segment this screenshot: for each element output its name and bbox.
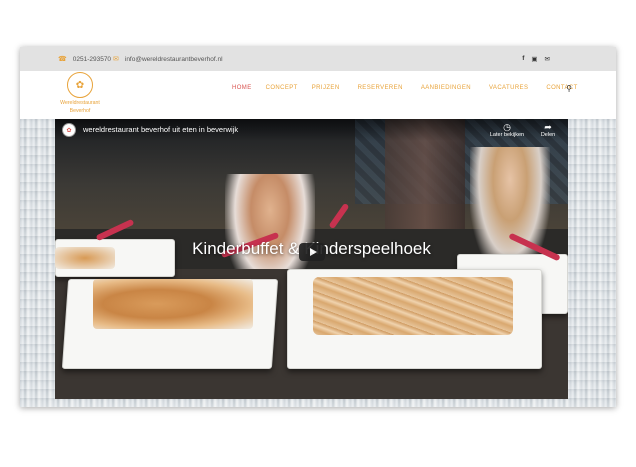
play-button[interactable] [299, 243, 325, 261]
nav-item-vacatures[interactable]: VACATURES [489, 85, 528, 91]
logo-emblem-icon: ✿ [67, 72, 93, 98]
share-icon: ➦ [544, 122, 552, 132]
site-header: ✿ Wereldrestaurant Beverhof HOME CONCEPT… [20, 71, 616, 119]
search-icon[interactable]: ⚲ [566, 84, 572, 93]
top-contact-bar: ☎ 0251-293570 ✉ info@wereldrestaurantbev… [20, 47, 616, 71]
video-title[interactable]: wereldrestaurant beverhof uit eten in be… [83, 125, 238, 134]
food-chicken-nuggets [93, 279, 253, 329]
phone-icon: ☎ [58, 56, 67, 63]
nav-item-contact[interactable]: CONTACT [546, 85, 577, 91]
food-spring-rolls [313, 277, 513, 335]
nav-item-aanbiedingen[interactable]: AANBIEDINGEN [421, 85, 471, 91]
clock-icon: ◷ [503, 122, 511, 132]
nav-item-prijzen[interactable]: PRIJZEN [312, 85, 340, 91]
watch-later-button[interactable]: ◷ Later bekijken [487, 122, 527, 138]
envelope-icon: ✉ [113, 56, 119, 63]
logo-name-line2: Beverhof [69, 108, 91, 114]
main-nav: HOME CONCEPT PRIJZEN RESERVEREN AANBIEDI… [232, 85, 578, 91]
nav-item-concept[interactable]: CONCEPT [266, 85, 298, 91]
phone-number: 0251-293570 [72, 55, 112, 63]
instagram-icon[interactable]: ▣ [531, 55, 537, 63]
facebook-icon[interactable]: f [522, 55, 524, 63]
logo-name-line1: Wereldrestaurant [60, 100, 100, 106]
browser-frame: ☎ 0251-293570 ✉ info@wereldrestaurantbev… [20, 47, 616, 407]
share-label: Delen [540, 132, 556, 138]
mail-icon[interactable]: ✉ [545, 55, 550, 63]
nav-item-home[interactable]: HOME [232, 85, 252, 91]
video-top-bar: ✿ wereldrestaurant beverhof uit eten in … [55, 119, 568, 141]
nav-item-reserveren[interactable]: RESERVEREN [358, 85, 403, 91]
channel-avatar[interactable]: ✿ [62, 123, 76, 137]
email-address: info@wereldrestaurantbeverhof.nl [124, 55, 223, 63]
watch-later-label: Later bekijken [489, 132, 525, 138]
social-links: f ▣ ✉ [522, 55, 550, 63]
video-player[interactable]: ✿ wereldrestaurant beverhof uit eten in … [55, 119, 568, 399]
share-button[interactable]: ➦ Delen [528, 122, 568, 138]
email-contact[interactable]: ✉ info@wereldrestaurantbeverhof.nl [113, 55, 223, 64]
play-icon [309, 248, 317, 256]
site-logo[interactable]: ✿ Wereldrestaurant Beverhof [56, 71, 104, 117]
phone-contact[interactable]: ☎ 0251-293570 [58, 55, 112, 64]
